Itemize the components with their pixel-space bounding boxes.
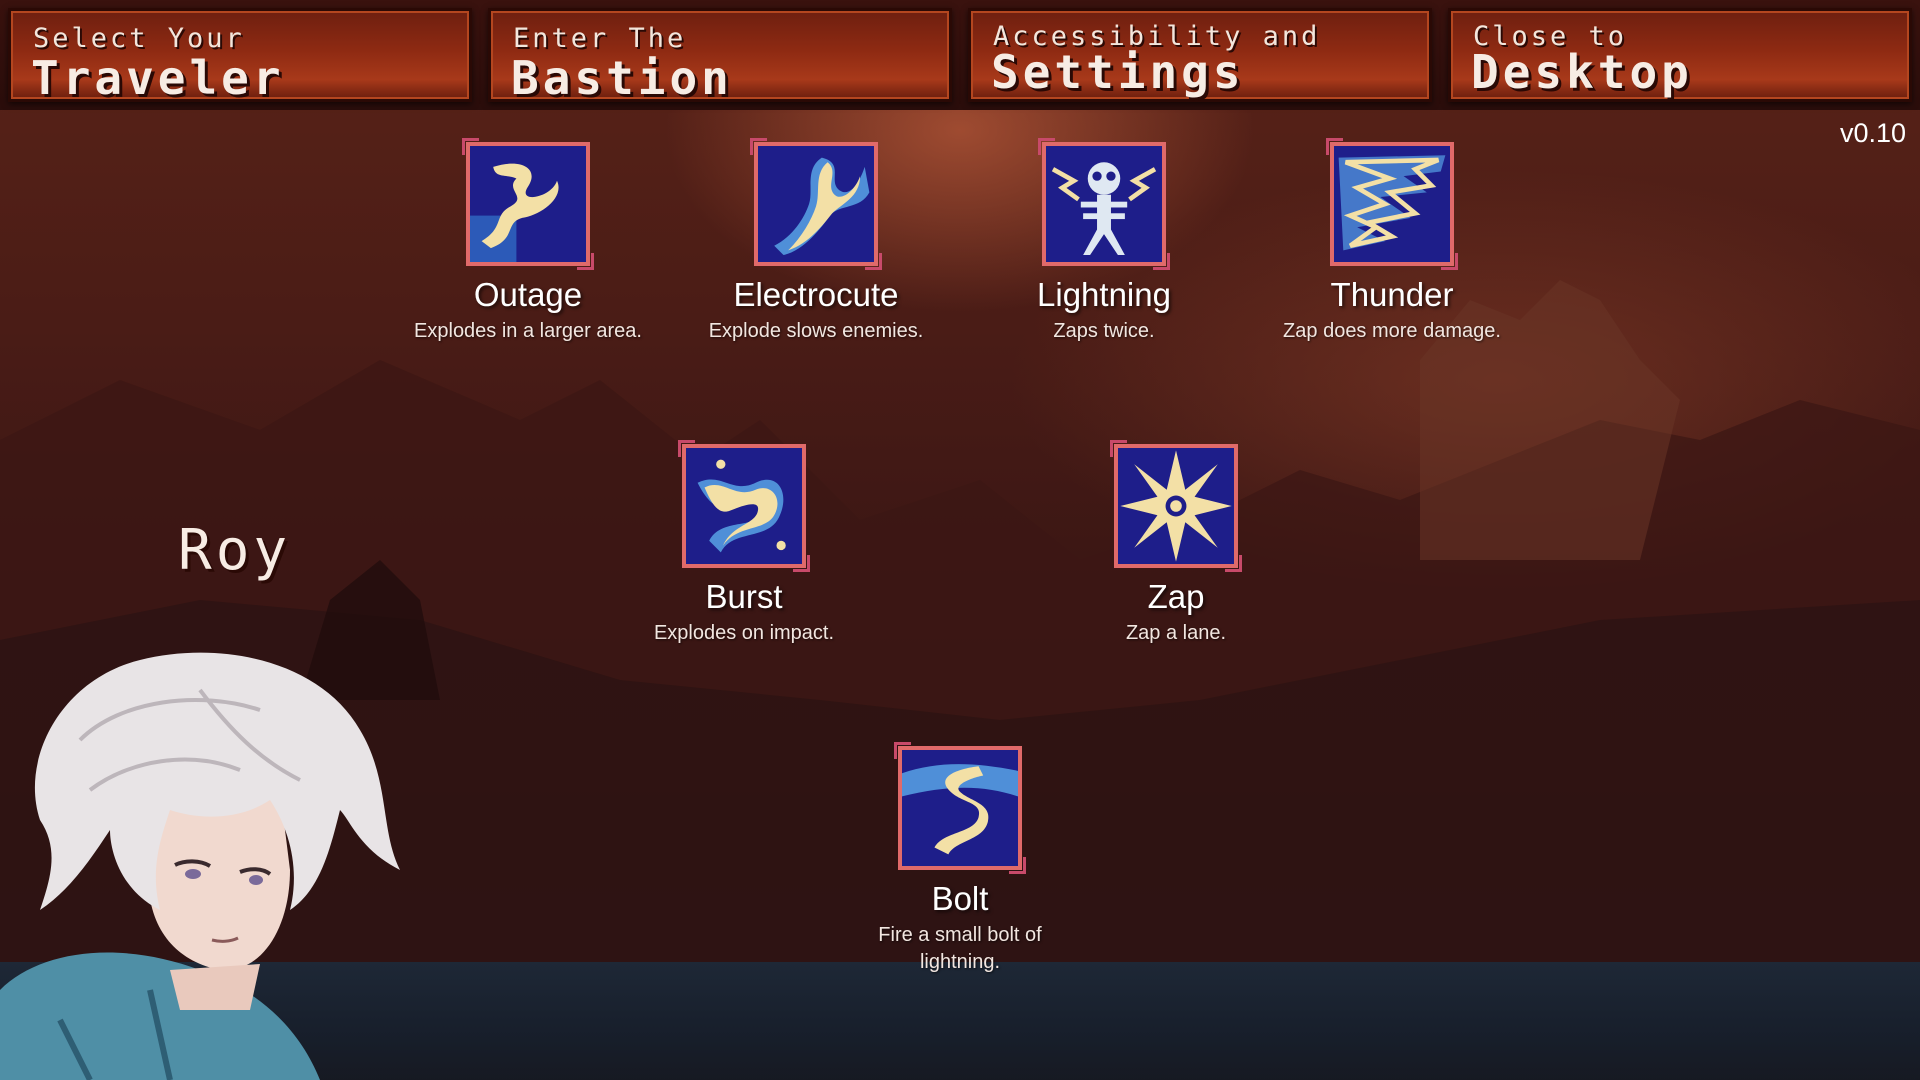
skill-thunder-name: Thunder [1330, 276, 1454, 313]
skill-zap[interactable]: Zap Zap a lane. [1056, 440, 1296, 647]
skill-outage[interactable]: Outage Explodes in a larger area. [408, 138, 648, 345]
character-name: Roy [178, 518, 292, 583]
skill-electrocute-desc: Explode slows enemies. [708, 320, 924, 342]
lightning-bolt-icon[interactable] [462, 138, 594, 270]
burst-icon[interactable] [678, 440, 810, 572]
sun-star-icon[interactable] [1110, 440, 1242, 572]
skill-thunder[interactable]: Thunder Zap does more damage. [1272, 138, 1512, 345]
enter-bastion-subtitle: Enter The [513, 23, 687, 54]
skill-bolt[interactable]: Bolt Fire a small bolt of lightning. [840, 742, 1080, 976]
skill-electrocute[interactable]: Electrocute Explode slows enemies. [696, 138, 936, 345]
skill-thunder-desc: Zap does more damage. [1283, 320, 1501, 342]
select-traveler-subtitle: Select Your [33, 23, 245, 54]
settings-button[interactable]: Accessibility and Settings [968, 8, 1432, 102]
skill-bolt-desc: Fire a small bolt of lightning. [878, 924, 1042, 973]
storm-icon[interactable] [1326, 138, 1458, 270]
skill-burst[interactable]: Burst Explodes on impact. [624, 440, 864, 647]
enter-bastion-title: Bastion [511, 51, 733, 105]
select-traveler-button[interactable]: Select Your Traveler [8, 8, 472, 105]
skill-electrocute-name: Electrocute [733, 276, 899, 313]
electric-hand-icon[interactable] [750, 138, 882, 270]
skill-zap-desc: Zap a lane. [1125, 622, 1227, 644]
select-traveler-title: Traveler [31, 51, 285, 105]
skeleton-shock-icon[interactable] [1038, 138, 1170, 270]
character-portrait [0, 652, 400, 1080]
top-menu-bar: Select Your Traveler Enter The Bastion A… [0, 0, 1920, 110]
skill-bolt-name: Bolt [931, 880, 989, 917]
skill-burst-desc: Explodes on impact. [653, 622, 835, 644]
skill-lightning-name: Lightning [1037, 276, 1171, 313]
skill-lightning[interactable]: Lightning Zaps twice. [984, 138, 1224, 345]
skill-outage-name: Outage [473, 276, 583, 313]
close-desktop-title: Desktop [1471, 45, 1693, 99]
skill-burst-name: Burst [705, 578, 783, 615]
enter-bastion-button[interactable]: Enter The Bastion [488, 8, 952, 105]
close-desktop-button[interactable]: Close to Desktop [1448, 8, 1912, 102]
bolt-icon[interactable] [894, 742, 1026, 874]
settings-title: Settings [991, 45, 1245, 99]
skill-outage-desc: Explodes in a larger area. [414, 320, 642, 342]
skill-zap-name: Zap [1147, 578, 1205, 615]
skill-lightning-desc: Zaps twice. [1053, 320, 1155, 342]
version-label: v0.10 [1839, 118, 1906, 148]
